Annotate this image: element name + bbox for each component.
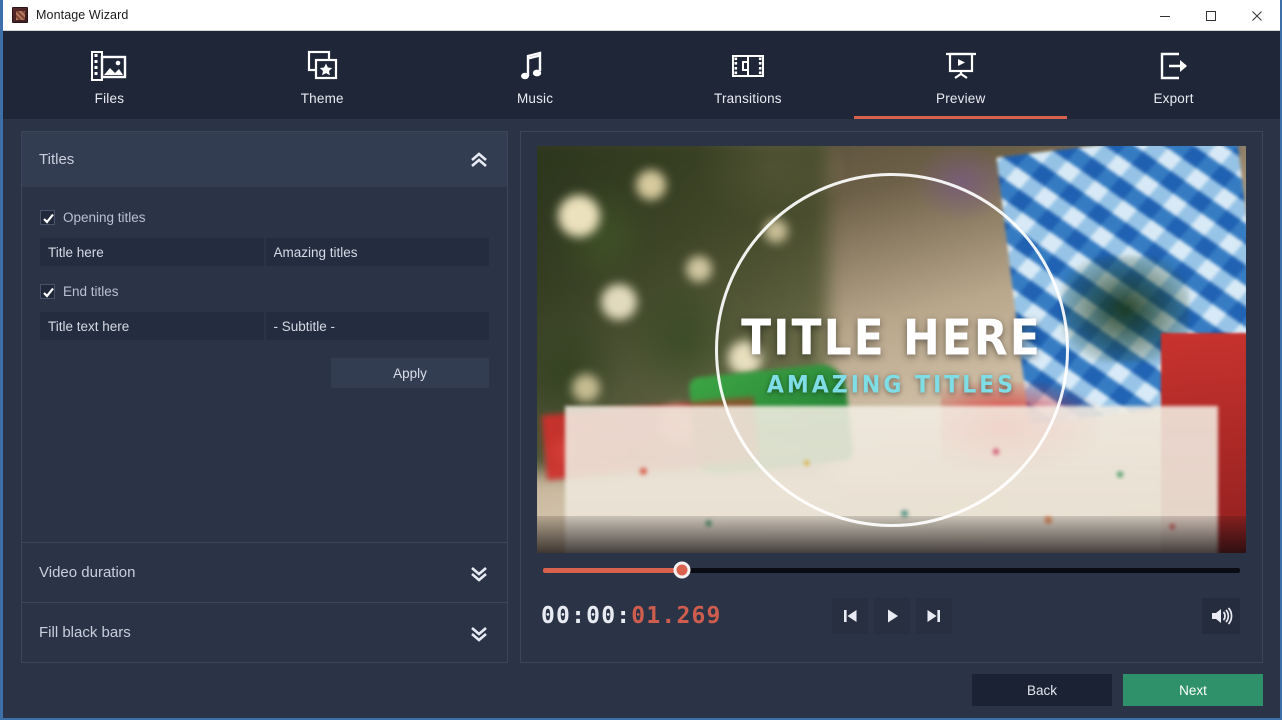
seek-progress-fill <box>543 567 683 573</box>
opening-titles-checkbox-row[interactable]: Opening titles <box>40 210 489 225</box>
minimize-icon[interactable] <box>1142 0 1188 31</box>
back-button[interactable]: Back <box>972 674 1112 706</box>
chevron-up-double-icon[interactable] <box>468 149 490 171</box>
playback-buttons <box>831 598 952 634</box>
opening-titles-checkbox[interactable] <box>40 210 55 225</box>
nav-label-preview: Preview <box>936 91 986 106</box>
nav-tab-export[interactable]: Export <box>1067 31 1280 119</box>
titles-section-title: Titles <box>39 151 75 168</box>
seek-track[interactable] <box>543 561 1240 579</box>
video-duration-section-header[interactable]: Video duration <box>22 542 507 602</box>
end-titles-label: End titles <box>63 284 119 299</box>
nav-label-export: Export <box>1153 91 1194 106</box>
close-icon[interactable] <box>1234 0 1280 31</box>
opening-subtitle-input[interactable] <box>265 238 489 266</box>
apply-button[interactable]: Apply <box>331 358 489 388</box>
window-controls <box>1142 0 1280 31</box>
opening-titles-fields <box>40 238 489 266</box>
timecode-display: 00:00:01.269 <box>541 603 722 629</box>
nav-label-theme: Theme <box>300 91 344 106</box>
play-icon[interactable] <box>873 598 910 634</box>
transitions-icon <box>729 48 767 84</box>
titles-section-body: Opening titles End titles <box>22 188 507 542</box>
fill-black-bars-section-header[interactable]: Fill black bars <box>22 602 507 662</box>
titles-section-header[interactable]: Titles <box>22 132 507 188</box>
settings-sidebar: Titles Opening titles Title here Amazing… <box>21 131 508 663</box>
main-body: Titles Opening titles Title here Amazing… <box>3 119 1280 718</box>
preview-icon <box>942 48 980 84</box>
footer-actions: Back Next <box>972 674 1263 706</box>
top-navigation: Files Theme Music Transitions Preview Ex… <box>3 31 1280 119</box>
files-icon <box>90 48 128 84</box>
seek-thumb[interactable] <box>673 561 691 579</box>
next-button[interactable]: Next <box>1123 674 1263 706</box>
volume-icon[interactable] <box>1202 598 1240 634</box>
fill-black-bars-title: Fill black bars <box>39 624 131 641</box>
seek-bar-container <box>537 553 1246 587</box>
chevron-down-double-icon[interactable] <box>468 622 490 644</box>
maximize-icon[interactable] <box>1188 0 1234 31</box>
title-ring-overlay <box>714 172 1069 527</box>
apply-row: Apply <box>40 358 489 388</box>
transport-controls: 00:00:01.269 <box>537 587 1246 645</box>
nav-label-music: Music <box>516 91 554 106</box>
app-icon <box>12 7 28 23</box>
end-titles-checkbox[interactable] <box>40 284 55 299</box>
nav-tab-music[interactable]: Music <box>429 31 642 119</box>
nav-tab-files[interactable]: Files <box>3 31 216 119</box>
application-window: Montage Wizard Files Theme Music Transit… <box>0 0 1282 720</box>
skip-previous-icon[interactable] <box>831 598 868 634</box>
end-subtitle-input[interactable] <box>265 312 489 340</box>
chevron-down-double-icon[interactable] <box>468 562 490 584</box>
end-title-input[interactable] <box>40 312 264 340</box>
nav-label-files: Files <box>94 91 125 106</box>
skip-next-icon[interactable] <box>915 598 952 634</box>
content-area: Titles Opening titles Title here Amazing… <box>21 131 1263 663</box>
opening-title-input[interactable] <box>40 238 264 266</box>
nav-tab-transitions[interactable]: Transitions <box>641 31 854 119</box>
music-icon <box>516 48 554 84</box>
title-bar: Montage Wizard <box>3 0 1280 31</box>
timecode-prefix: 00:00: <box>541 603 632 629</box>
theme-icon <box>303 48 341 84</box>
export-icon <box>1155 48 1193 84</box>
nav-label-transitions: Transitions <box>714 91 782 106</box>
opening-titles-label: Opening titles <box>63 210 146 225</box>
video-duration-title: Video duration <box>39 564 136 581</box>
preview-panel: TITLE HERE AMAZING TITLES 00:00:01.269 <box>520 131 1263 663</box>
video-preview[interactable]: TITLE HERE AMAZING TITLES <box>537 146 1246 553</box>
end-titles-checkbox-row[interactable]: End titles <box>40 284 489 299</box>
timecode-highlight: 01.269 <box>631 603 722 629</box>
end-titles-fields <box>40 312 489 340</box>
window-title: Montage Wizard <box>36 8 129 22</box>
nav-tab-theme[interactable]: Theme <box>216 31 429 119</box>
nav-tab-preview[interactable]: Preview <box>854 31 1067 119</box>
